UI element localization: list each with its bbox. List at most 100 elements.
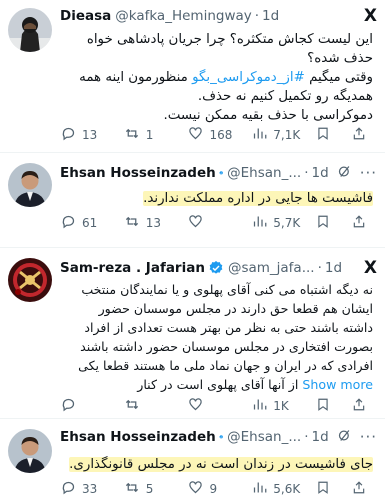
separator-dot: · — [304, 165, 309, 181]
action-bar: 33 5 9 5,6K — [60, 479, 373, 499]
author-handle[interactable]: @sam_jafa... — [228, 260, 315, 276]
share-button[interactable] — [351, 126, 373, 145]
tweet-header: Ehsan Hosseinzadeh @Ehsan_... · 1d ··· — [60, 427, 377, 447]
text-fragment: از آنها آقای پهلوی است در کنار — [137, 377, 299, 392]
repost-button[interactable]: 1 — [124, 126, 188, 145]
bookmark-button[interactable] — [315, 480, 337, 499]
tweet-text: جای فاشیست در زندان است نه در مجلس قانون… — [60, 455, 373, 474]
views-button[interactable]: 5,6K — [251, 480, 315, 499]
views-button[interactable]: 5,7K — [251, 214, 315, 233]
repost-icon — [124, 397, 140, 416]
separator-dot: · — [304, 429, 309, 445]
timestamp[interactable]: 1d — [262, 8, 279, 24]
timestamp[interactable]: 1d — [312, 429, 329, 445]
grok-icon[interactable] — [337, 428, 352, 447]
timestamp[interactable]: 1d — [325, 260, 342, 276]
avatar[interactable] — [8, 258, 52, 302]
tweet-text: این لیست کجاش متکثره؟ چرا جریان پادشاهی … — [60, 30, 373, 125]
show-more-link[interactable]: Show more — [302, 377, 373, 392]
views-count: 1K — [273, 399, 289, 413]
reply-count: 33 — [82, 482, 98, 496]
like-icon — [188, 126, 204, 145]
reply-icon — [60, 480, 76, 499]
repost-button[interactable]: 13 — [124, 214, 188, 233]
share-button[interactable] — [351, 397, 373, 416]
text-line: این لیست کجاش متکثره؟ چرا جریان پادشاهی … — [86, 32, 373, 47]
share-button[interactable] — [351, 214, 373, 233]
repost-icon — [124, 214, 140, 233]
action-bar: 1K — [60, 396, 373, 416]
views-button[interactable]: 7,1K — [251, 126, 315, 145]
repost-button[interactable] — [124, 397, 188, 416]
verified-badge-icon — [209, 261, 223, 274]
timestamp[interactable]: 1d — [312, 165, 329, 181]
like-button[interactable] — [188, 214, 252, 233]
bookmark-button[interactable] — [315, 126, 337, 145]
repost-count: 13 — [145, 216, 162, 230]
avatar[interactable] — [8, 429, 52, 473]
avatar[interactable] — [8, 163, 52, 207]
share-button[interactable] — [351, 480, 373, 499]
highlighted-text: جای فاشیست در زندان است نه در مجلس قانون… — [69, 457, 373, 472]
text-line: بصورت افتخاری در مجلس موسسان حضور داشته … — [80, 339, 373, 354]
views-count: 7,1K — [273, 128, 301, 142]
repost-icon — [124, 126, 140, 145]
verified-badge-icon — [219, 171, 223, 175]
tweet-header: Ehsan Hosseinzadeh @Ehsan_... · 1d ··· — [60, 163, 377, 183]
reply-button[interactable]: 61 — [60, 214, 124, 233]
author-handle[interactable]: @kafka_Hemingway — [115, 8, 252, 24]
bookmark-button[interactable] — [315, 214, 337, 233]
avatar[interactable] — [8, 8, 52, 52]
views-count: 5,7K — [273, 216, 301, 230]
reply-count: 61 — [82, 216, 98, 230]
action-bar: 13 1 168 7,1K — [60, 125, 373, 145]
repost-icon — [124, 480, 140, 499]
x-logo-icon: X — [363, 6, 377, 26]
reply-button[interactable]: 33 — [60, 480, 124, 499]
tweet-1[interactable]: Dieasa @kafka_Hemingway · 1d X این لیست … — [0, 0, 385, 150]
share-icon — [351, 397, 367, 416]
tweet-4[interactable]: Ehsan Hosseinzadeh @Ehsan_... · 1d ··· ج… — [0, 419, 385, 500]
bookmark-icon — [315, 397, 331, 416]
author-name[interactable]: Ehsan Hosseinzadeh — [60, 165, 216, 181]
reply-button[interactable] — [60, 397, 124, 416]
tweet-3[interactable]: Sam-reza . Jafarian @sam_jafa... · 1d X … — [0, 248, 385, 416]
tweet-text: نه دیگه اشتباه می کنی آقای پهلوی و یا نم… — [60, 280, 373, 394]
bookmark-button[interactable] — [315, 397, 337, 416]
text-fragment: وقتی میگیم — [304, 70, 373, 85]
text-line: دموکراسی با حذف بقیه ممکن نیست. — [163, 108, 373, 123]
bookmark-icon — [315, 126, 331, 145]
tweet-2[interactable]: Ehsan Hosseinzadeh @Ehsan_... · 1d ··· ف… — [0, 153, 385, 248]
like-count: 9 — [209, 482, 218, 496]
more-options-icon[interactable]: ··· — [360, 428, 377, 446]
like-icon — [188, 214, 204, 233]
more-options-icon[interactable]: ··· — [360, 164, 377, 182]
grok-icon[interactable] — [337, 164, 352, 183]
share-icon — [351, 480, 367, 499]
views-button[interactable]: 1K — [251, 397, 315, 416]
author-name[interactable]: Dieasa — [60, 8, 111, 24]
hashtag-link[interactable]: #از_دموکراسی_بگو — [192, 70, 305, 85]
like-icon — [188, 480, 204, 499]
separator-dot: · — [254, 8, 260, 24]
like-button[interactable]: 9 — [188, 480, 252, 499]
author-handle[interactable]: @Ehsan_... — [227, 165, 301, 181]
author-name[interactable]: Sam-reza . Jafarian — [60, 260, 205, 276]
separator-dot: · — [317, 260, 322, 276]
like-button[interactable]: 168 — [188, 126, 252, 145]
bookmark-icon — [315, 480, 331, 499]
text-fragment: منظورمون اینه همه — [79, 70, 193, 85]
text-line: Show more از آنها آقای پهلوی است در کنار — [60, 375, 373, 394]
x-logo-icon: X — [363, 258, 377, 278]
like-count: 168 — [209, 128, 233, 142]
like-button[interactable] — [188, 397, 252, 416]
repost-button[interactable]: 5 — [124, 480, 188, 499]
views-icon — [251, 214, 267, 233]
reply-button[interactable]: 13 — [60, 126, 124, 145]
reply-icon — [60, 397, 76, 416]
text-line: افرادی که در ایران و جهان نماد ملی ما هس… — [78, 358, 373, 373]
action-bar: 61 13 5,7K — [60, 213, 373, 233]
verified-badge-icon — [219, 435, 223, 439]
author-handle[interactable]: @Ehsan_... — [227, 429, 301, 445]
author-name[interactable]: Ehsan Hosseinzadeh — [60, 429, 216, 445]
